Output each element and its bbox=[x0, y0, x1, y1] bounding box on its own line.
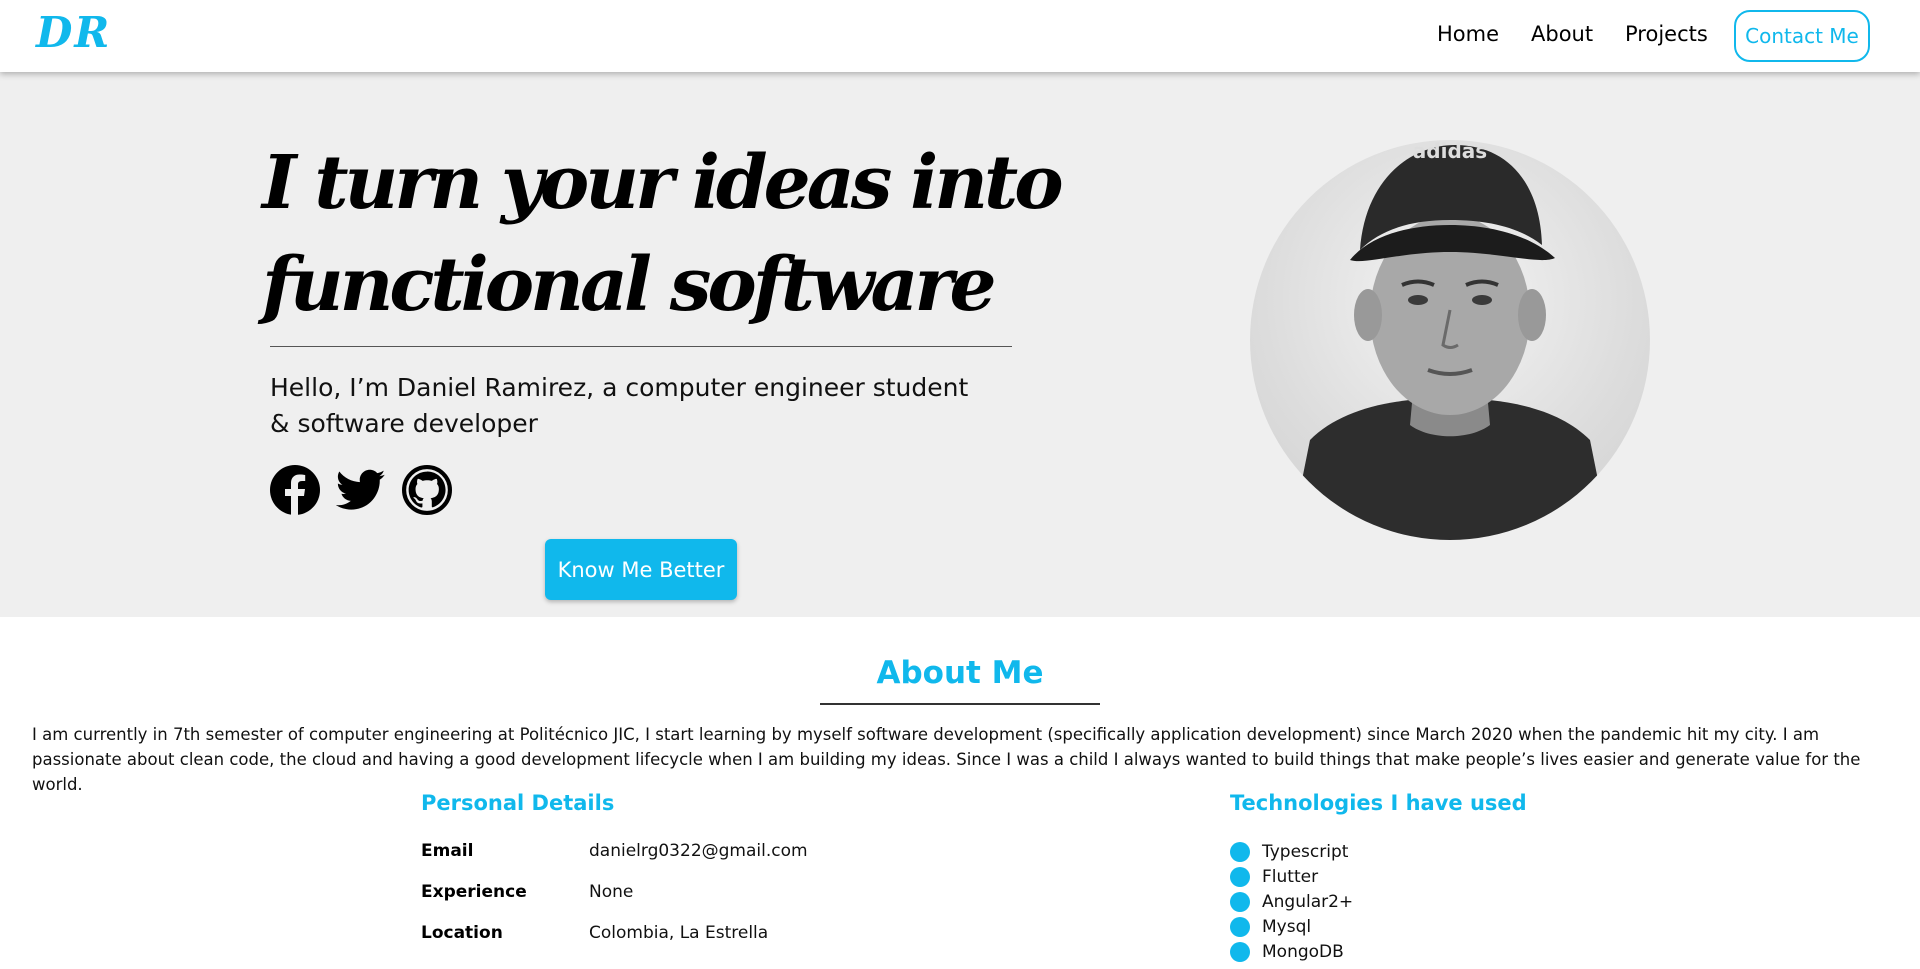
github-link[interactable] bbox=[402, 465, 452, 515]
technology-label: Mysql bbox=[1262, 916, 1312, 937]
list-item: Mysql bbox=[1230, 914, 1353, 939]
hero-subtitle: Hello, I’m Daniel Ramirez, a computer en… bbox=[270, 373, 969, 438]
hero-title: I turn your ideas into functional softwa… bbox=[262, 132, 1064, 336]
detail-value-location: Colombia, La Estrella bbox=[589, 923, 769, 943]
contact-me-button[interactable]: Contact Me bbox=[1734, 10, 1870, 62]
list-item: Flutter bbox=[1230, 864, 1353, 889]
about-me-heading: About Me bbox=[876, 655, 1044, 691]
bullet-icon bbox=[1230, 866, 1250, 887]
cap-logo-text: adidas bbox=[1413, 140, 1487, 163]
know-me-better-button[interactable]: Know Me Better bbox=[545, 539, 737, 600]
hero-title-line-2: functional software bbox=[262, 242, 997, 328]
detail-value-email: danielrg0322@gmail.com bbox=[589, 841, 808, 861]
nav-home-link[interactable]: Home bbox=[1437, 22, 1499, 46]
hero-section: I turn your ideas into functional softwa… bbox=[0, 72, 1920, 617]
twitter-icon bbox=[336, 469, 386, 510]
bullet-icon bbox=[1230, 841, 1250, 862]
social-links bbox=[270, 465, 452, 515]
nav-projects-link[interactable]: Projects bbox=[1625, 22, 1708, 46]
profile-photo: adidas bbox=[1250, 140, 1650, 540]
facebook-link[interactable] bbox=[270, 465, 320, 515]
nav-about-link[interactable]: About bbox=[1531, 22, 1593, 46]
technologies-heading: Technologies I have used bbox=[1230, 791, 1527, 815]
about-me-underline bbox=[820, 703, 1100, 705]
twitter-link[interactable] bbox=[336, 465, 386, 515]
detail-label-email: Email bbox=[421, 841, 474, 861]
site-logo[interactable]: DR bbox=[36, 8, 111, 57]
hero-title-line-1: I turn your ideas into bbox=[262, 140, 1064, 226]
technology-label: Angular2+ bbox=[1262, 891, 1354, 912]
about-me-text: I am currently in 7th semester of comput… bbox=[32, 725, 1861, 794]
personal-details-heading: Personal Details bbox=[421, 791, 615, 815]
bullet-icon bbox=[1230, 891, 1250, 912]
profile-photo-illustration: adidas bbox=[1290, 140, 1610, 540]
bullet-icon bbox=[1230, 916, 1250, 937]
technologies-list: Typescript Flutter Angular2+ Mysql Mongo… bbox=[1230, 839, 1353, 964]
list-item: Typescript bbox=[1230, 839, 1353, 864]
technology-label: Typescript bbox=[1262, 841, 1349, 862]
technology-label: Flutter bbox=[1262, 866, 1319, 887]
detail-value-experience: None bbox=[589, 882, 634, 902]
facebook-icon bbox=[270, 465, 320, 515]
github-icon bbox=[402, 465, 452, 515]
detail-label-location: Location bbox=[421, 923, 503, 943]
list-item: MongoDB bbox=[1230, 939, 1353, 964]
bullet-icon bbox=[1230, 941, 1250, 962]
navbar: DR Home About Projects Contact Me bbox=[0, 0, 1920, 72]
technology-label: MongoDB bbox=[1262, 941, 1344, 962]
detail-label-experience: Experience bbox=[421, 882, 527, 902]
hero-divider bbox=[270, 346, 1012, 347]
list-item: Angular2+ bbox=[1230, 889, 1353, 914]
